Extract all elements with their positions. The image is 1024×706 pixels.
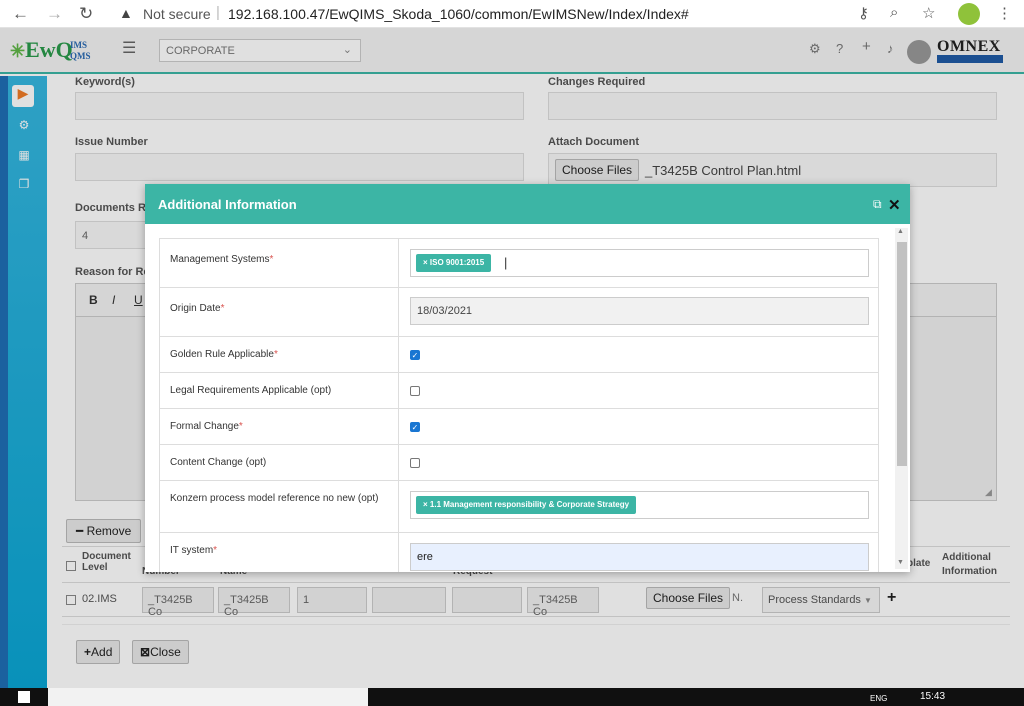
row-content-change: Content Change (opt) xyxy=(159,445,879,481)
formal-change-label: Formal Change* xyxy=(160,409,399,444)
row-konzern-reference: Konzern process model reference no new (… xyxy=(159,481,879,533)
formal-change-checkbox[interactable]: ✓ xyxy=(410,422,420,432)
origin-date-label: Origin Date* xyxy=(160,288,399,336)
it-system-label: IT system* xyxy=(160,533,399,572)
konzern-reference-input[interactable]: × 1.1 Management responsibility & Corpor… xyxy=(410,491,869,519)
popout-icon[interactable]: ⧉ xyxy=(873,197,882,212)
taskbar-language[interactable]: ENG xyxy=(870,694,887,703)
back-icon[interactable]: ← xyxy=(12,4,29,24)
content-change-checkbox[interactable] xyxy=(410,458,420,468)
management-systems-input[interactable]: × ISO 9001:2015 | xyxy=(410,249,869,277)
row-management-systems: Management Systems* × ISO 9001:2015 | xyxy=(159,238,879,288)
golden-rule-label: Golden Rule Applicable* xyxy=(160,337,399,372)
row-formal-change: Formal Change* ✓ xyxy=(159,409,879,445)
legal-requirements-label: Legal Requirements Applicable (opt) xyxy=(160,373,399,408)
taskbar-search-box[interactable] xyxy=(48,688,368,706)
row-legal-requirements: Legal Requirements Applicable (opt) xyxy=(159,373,879,409)
not-secure-label[interactable]: Not secure xyxy=(143,6,211,22)
address-bar[interactable]: 192.168.100.47/EwQIMS_Skoda_1060/common/… xyxy=(228,6,689,22)
forward-icon[interactable]: → xyxy=(46,4,63,24)
legal-requirements-checkbox[interactable] xyxy=(410,386,420,396)
reload-icon[interactable]: ↻ xyxy=(79,4,93,24)
konzern-reference-label: Konzern process model reference no new (… xyxy=(160,481,399,532)
row-it-system: IT system* ere xyxy=(159,533,879,572)
text-cursor: | xyxy=(504,255,508,270)
tag-remove-icon[interactable]: × xyxy=(423,258,428,267)
it-system-input[interactable]: ere xyxy=(410,543,869,571)
konzern-reference-tag[interactable]: × 1.1 Management responsibility & Corpor… xyxy=(416,496,637,514)
golden-rule-checkbox[interactable]: ✓ xyxy=(410,350,420,360)
scroll-down-icon[interactable]: ▼ xyxy=(897,559,904,566)
management-systems-label: Management Systems* xyxy=(160,239,399,287)
scroll-up-icon[interactable]: ▲ xyxy=(897,228,904,235)
additional-information-modal: Additional Information ⧉ ✕ Management Sy… xyxy=(145,184,910,572)
windows-start-icon[interactable] xyxy=(18,691,30,703)
zoom-icon[interactable]: ⌕ xyxy=(890,4,898,21)
close-icon[interactable]: ✕ xyxy=(888,196,901,214)
taskbar-time: 15:43 xyxy=(920,691,946,702)
url-divider: | xyxy=(216,4,220,21)
star-icon[interactable]: ☆ xyxy=(922,4,935,22)
warning-icon: ▲ xyxy=(119,5,133,21)
management-system-tag[interactable]: × ISO 9001:2015 xyxy=(416,254,492,272)
row-origin-date: Origin Date* 18/03/2021 xyxy=(159,288,879,337)
modal-title: Additional Information xyxy=(158,197,297,212)
profile-avatar[interactable] xyxy=(958,3,980,25)
modal-header: Additional Information ⧉ ✕ xyxy=(145,184,910,224)
menu-dots-icon[interactable]: ⋮ xyxy=(997,4,1012,22)
modal-body: Management Systems* × ISO 9001:2015 | Or… xyxy=(159,238,879,572)
key-icon[interactable]: ⚷ xyxy=(858,4,869,22)
content-change-label: Content Change (opt) xyxy=(160,445,399,480)
browser-toolbar: ← → ↻ ▲ Not secure | 192.168.100.47/EwQI… xyxy=(0,0,1024,28)
origin-date-input[interactable]: 18/03/2021 xyxy=(410,297,869,325)
modal-scrollbar-thumb[interactable] xyxy=(897,242,907,466)
row-golden-rule: Golden Rule Applicable* ✓ xyxy=(159,337,879,373)
tag-remove-icon[interactable]: × xyxy=(423,500,428,509)
